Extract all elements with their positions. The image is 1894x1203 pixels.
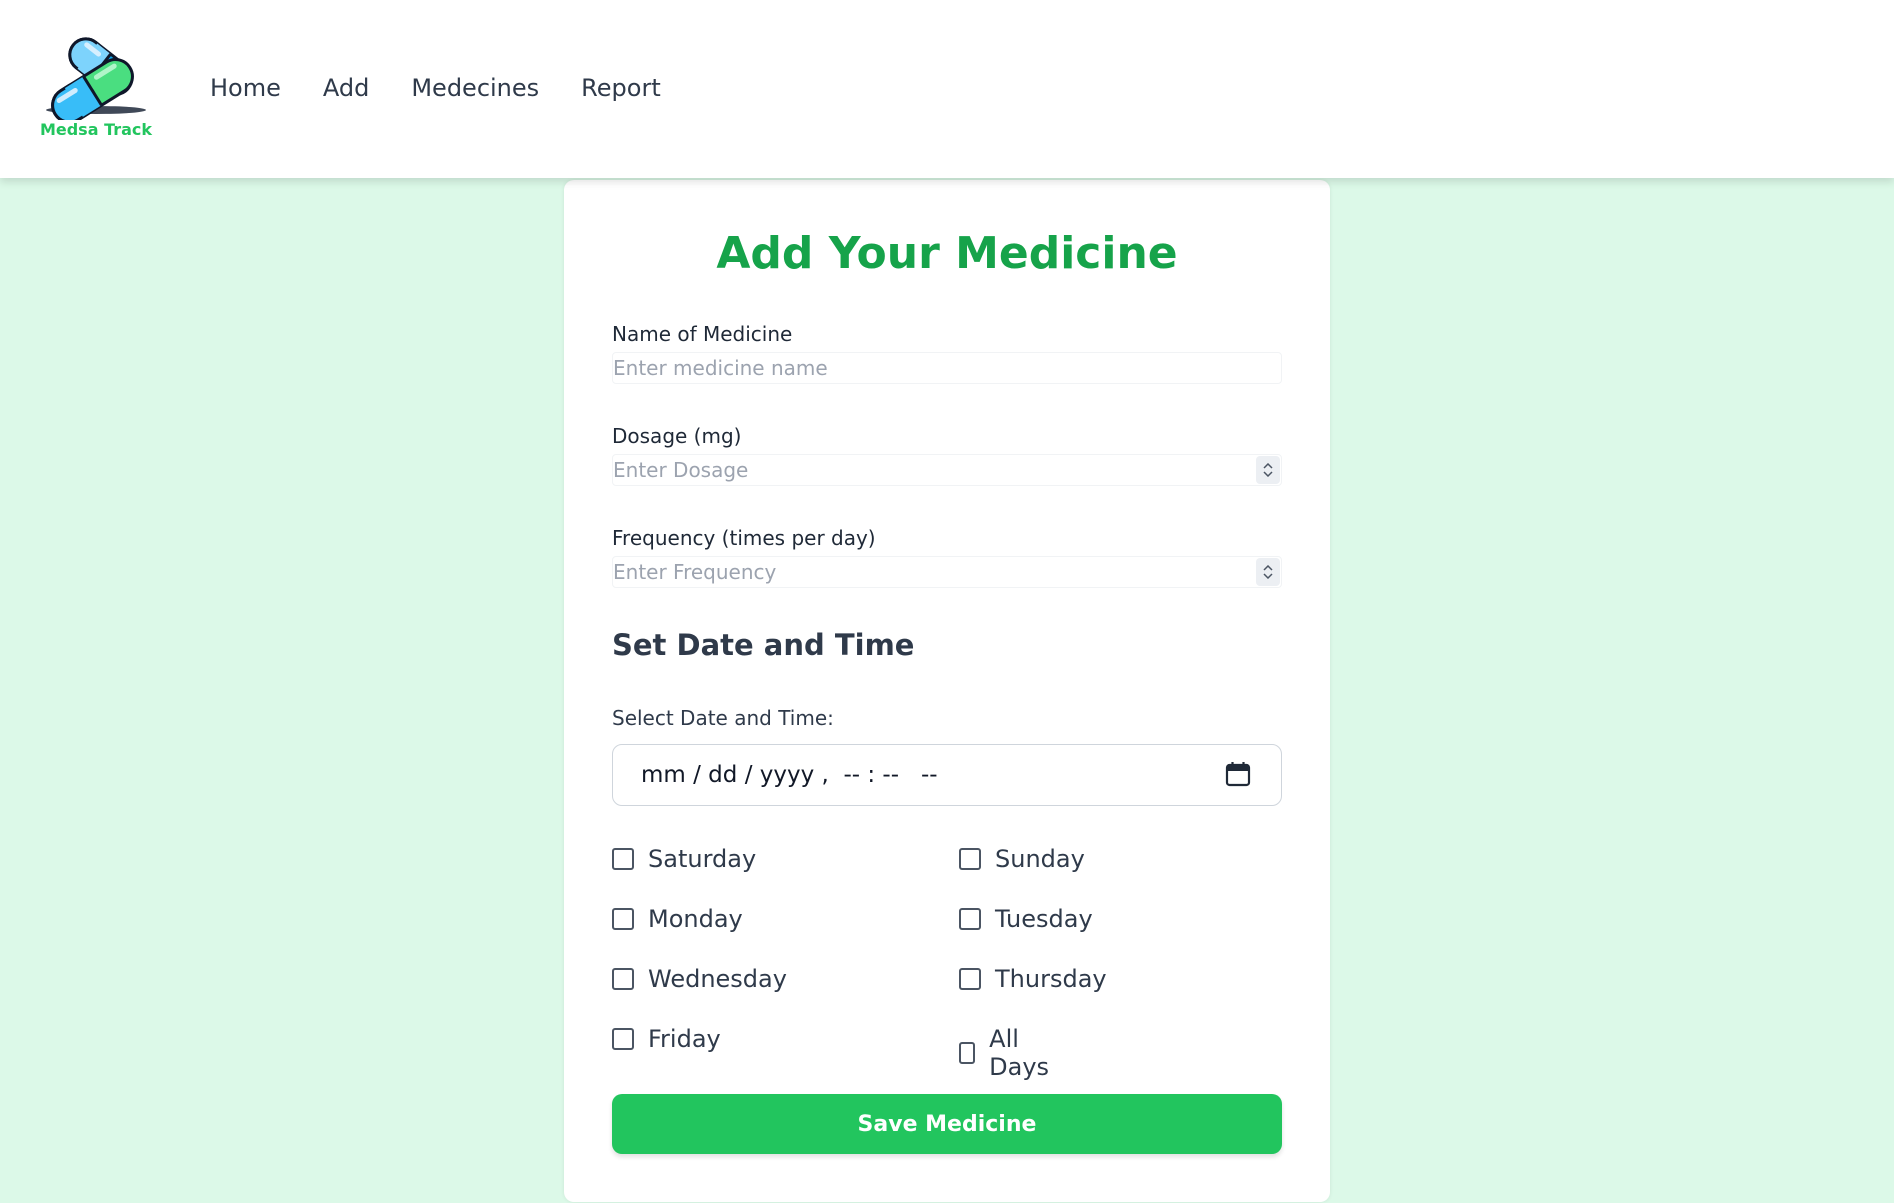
datetime-input[interactable]: mm / dd / yyyy , -- : -- -- xyxy=(612,744,1282,806)
day-all-days[interactable]: All Days xyxy=(959,1025,1055,1081)
pill-capsules-icon xyxy=(46,37,146,120)
nav-report[interactable]: Report xyxy=(581,74,661,102)
checkbox[interactable] xyxy=(959,968,981,990)
nav-home[interactable]: Home xyxy=(210,74,281,102)
dosage-stepper[interactable] xyxy=(1256,456,1280,484)
dosage-input[interactable] xyxy=(612,454,1282,486)
top-navbar: Medsa Track Home Add Medecines Report xyxy=(0,0,1894,178)
save-medicine-button[interactable]: Save Medicine xyxy=(612,1094,1282,1154)
schedule-section-title: Set Date and Time xyxy=(612,628,915,662)
day-friday[interactable]: Friday xyxy=(612,1025,721,1053)
brand-logo[interactable]: Medsa Track xyxy=(36,36,156,146)
chevron-down-icon xyxy=(1263,573,1273,579)
day-label: Wednesday xyxy=(648,965,787,993)
day-label: Friday xyxy=(648,1025,721,1053)
day-label: Saturday xyxy=(648,845,757,873)
nav-medicines[interactable]: Medecines xyxy=(411,74,539,102)
datetime-value[interactable]: mm / dd / yyyy , -- : -- -- xyxy=(641,762,938,788)
day-label: Tuesday xyxy=(995,905,1093,933)
day-monday[interactable]: Monday xyxy=(612,905,743,933)
page-title: Add Your Medicine xyxy=(716,228,1178,279)
day-wednesday[interactable]: Wednesday xyxy=(612,965,787,993)
day-saturday[interactable]: Saturday xyxy=(612,845,756,873)
nav-add[interactable]: Add xyxy=(323,74,369,102)
medicine-name-label: Name of Medicine xyxy=(612,322,793,346)
datetime-label: Select Date and Time: xyxy=(612,706,834,730)
checkbox[interactable] xyxy=(959,1042,976,1064)
chevron-down-icon xyxy=(1263,471,1273,477)
frequency-stepper[interactable] xyxy=(1256,558,1280,586)
brand-name: Medsa Track xyxy=(39,120,153,139)
checkbox[interactable] xyxy=(612,968,634,990)
checkbox[interactable] xyxy=(612,848,634,870)
main-nav: Home Add Medecines Report xyxy=(210,74,661,102)
add-medicine-card: Add Your Medicine Name of Medicine Dosag… xyxy=(564,180,1330,1202)
checkbox[interactable] xyxy=(959,848,981,870)
checkbox[interactable] xyxy=(612,908,634,930)
dosage-label: Dosage (mg) xyxy=(612,424,742,448)
chevron-up-icon xyxy=(1263,565,1273,571)
calendar-icon[interactable] xyxy=(1225,761,1251,787)
medicine-name-input[interactable] xyxy=(612,352,1282,384)
chevron-up-icon xyxy=(1263,463,1273,469)
day-label: Sunday xyxy=(995,845,1085,873)
day-tuesday[interactable]: Tuesday xyxy=(959,905,1093,933)
checkbox[interactable] xyxy=(959,908,981,930)
day-label: All Days xyxy=(989,1025,1050,1081)
frequency-input[interactable] xyxy=(612,556,1282,588)
day-sunday[interactable]: Sunday xyxy=(959,845,1085,873)
day-thursday[interactable]: Thursday xyxy=(959,965,1107,993)
checkbox[interactable] xyxy=(612,1028,634,1050)
frequency-label: Frequency (times per day) xyxy=(612,526,876,550)
day-label: Thursday xyxy=(995,965,1107,993)
day-label: Monday xyxy=(648,905,743,933)
